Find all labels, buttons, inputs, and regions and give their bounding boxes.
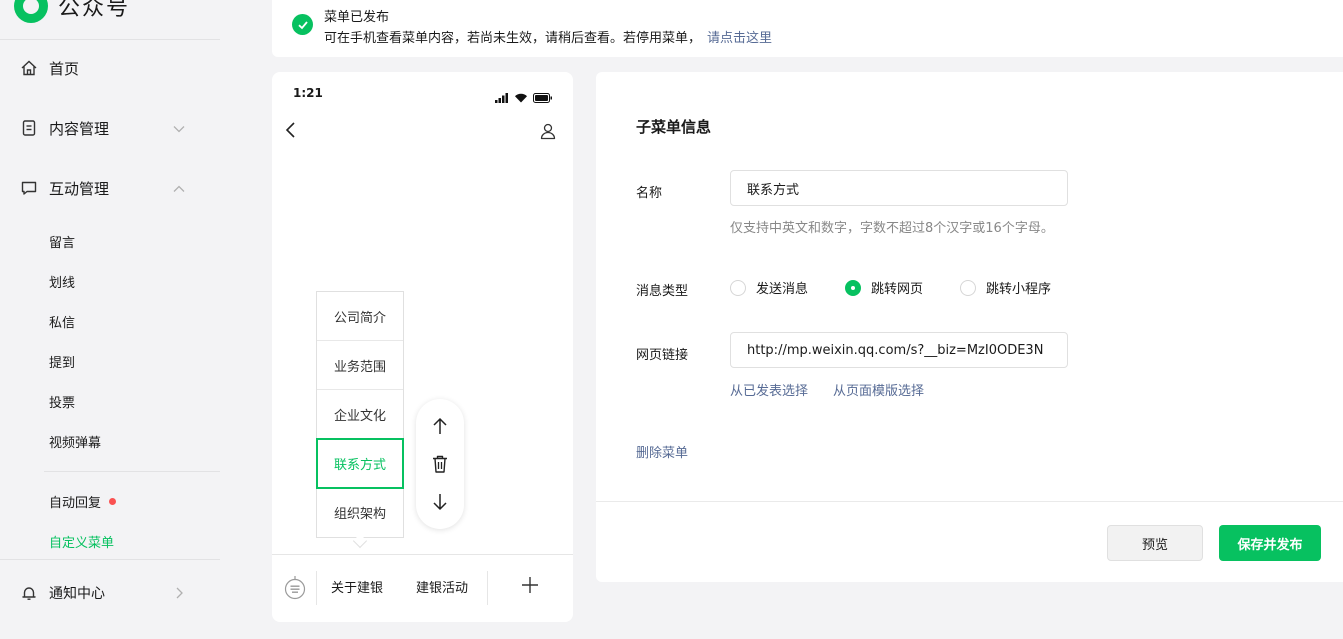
menubar-item-about[interactable]: 关于建银 [331, 577, 383, 596]
sidebar-sub-divider [44, 471, 220, 472]
submenu-item-company-intro[interactable]: 公司简介 [317, 292, 403, 341]
submenu-tools [416, 399, 464, 529]
nav-notifications[interactable]: 通知中心 [20, 578, 220, 608]
panel-divider [596, 501, 1343, 502]
panel-title: 子菜单信息 [636, 118, 712, 136]
user-profile-icon[interactable] [539, 122, 557, 144]
nav-notifications-label: 通知中心 [49, 586, 105, 602]
radio-jump-miniprogram[interactable]: 跳转小程序 [960, 278, 1051, 297]
sub-item-mentions[interactable]: 提到 [49, 350, 75, 372]
nav-interaction-label: 互动管理 [49, 179, 110, 198]
radio-label: 发送消息 [756, 282, 809, 297]
select-from-published-link[interactable]: 从已发表选择 [730, 380, 808, 399]
preview-button[interactable]: 预览 [1107, 525, 1203, 561]
document-icon [20, 119, 38, 137]
sub-item-auto-reply-label: 自动回复 [49, 495, 102, 511]
nav-content-label: 内容管理 [49, 119, 110, 138]
radio-jump-webpage[interactable]: 跳转网页 [845, 278, 923, 297]
nav-home[interactable]: 首页 [20, 53, 220, 83]
toast-title: 菜单已发布 [324, 10, 390, 25]
wechat-logo-icon [14, 0, 48, 23]
sidebar: 公众号 首页 内容管理 互动管理 留言 划线 私信 提到 投票 视频弹幕 自动回… [0, 0, 243, 639]
sub-item-video-danmaku[interactable]: 视频弹幕 [49, 430, 101, 452]
success-check-icon [292, 14, 313, 35]
url-label: 网页链接 [636, 348, 689, 363]
sub-item-underline[interactable]: 划线 [49, 270, 75, 292]
phone-preview: 1:21 公司简介 业务范围 企业文化 联系方式 组织架构 关于建银 建银活动 [272, 72, 573, 622]
toast-description: 可在手机查看菜单内容，若尚未生效，请稍后查看。若停用菜单， 请点击这里 [324, 27, 772, 46]
bell-icon [20, 584, 38, 602]
sub-item-votes[interactable]: 投票 [49, 390, 75, 412]
submenu-item-business-scope[interactable]: 业务范围 [317, 341, 403, 390]
radio-send-message[interactable]: 发送消息 [730, 278, 808, 297]
chat-bubble-icon [20, 179, 38, 197]
menubar-item-activities[interactable]: 建银活动 [416, 577, 468, 596]
radio-circle-selected [845, 279, 861, 296]
nav-content[interactable]: 内容管理 [20, 113, 220, 143]
message-type-label: 消息类型 [636, 284, 689, 299]
back-arrow-icon[interactable] [284, 120, 298, 144]
toast-click-here-link[interactable]: 请点击这里 [707, 31, 772, 46]
add-menu-icon[interactable] [520, 575, 540, 599]
move-down-icon[interactable] [428, 490, 452, 514]
sub-item-custom-menu[interactable]: 自定义菜单 [49, 530, 114, 552]
chevron-up-icon [172, 181, 186, 200]
nav-interaction[interactable]: 互动管理 [20, 173, 220, 203]
name-label: 名称 [636, 186, 663, 201]
sub-item-auto-reply[interactable]: 自动回复 [49, 490, 117, 512]
brand[interactable]: 公众号 [14, 0, 130, 24]
home-icon [20, 59, 38, 77]
submenu-item-org-structure[interactable]: 组织架构 [317, 488, 403, 537]
battery-icon [533, 88, 553, 107]
submenu-list: 公司简介 业务范围 企业文化 联系方式 组织架构 [316, 291, 404, 538]
radio-circle [960, 279, 976, 296]
phone-menubar: 关于建银 建银活动 [272, 554, 573, 622]
chevron-right-icon [172, 585, 186, 604]
radio-circle [730, 279, 746, 296]
save-and-publish-button[interactable]: 保存并发布 [1219, 525, 1321, 561]
trash-icon[interactable] [428, 452, 452, 476]
delete-menu-link[interactable]: 删除菜单 [636, 442, 688, 461]
publish-toast: 菜单已发布 可在手机查看菜单内容，若尚未生效，请稍后查看。若停用菜单， 请点击这里 [272, 0, 1343, 57]
select-from-template-link[interactable]: 从页面模版选择 [833, 380, 924, 399]
sub-item-comments[interactable]: 留言 [49, 230, 75, 252]
chevron-down-icon [172, 121, 186, 140]
submenu-item-contact[interactable]: 联系方式 [316, 438, 404, 489]
sidebar-divider [0, 39, 220, 40]
nav-home-label: 首页 [49, 59, 80, 78]
sidebar-divider-bottom [0, 559, 220, 560]
menubar-separator [316, 571, 317, 605]
notification-dot [109, 497, 117, 505]
url-input[interactable] [730, 332, 1068, 368]
keyboard-icon[interactable] [284, 575, 306, 605]
sub-item-messages[interactable]: 私信 [49, 310, 75, 332]
brand-name: 公众号 [58, 0, 131, 21]
submenu-item-corporate-culture[interactable]: 企业文化 [317, 390, 403, 439]
status-time: 1:21 [293, 86, 323, 100]
status-icons [495, 88, 553, 107]
toast-desc-text: 可在手机查看菜单内容，若尚未生效，请稍后查看。若停用菜单， [324, 31, 702, 46]
name-hint: 仅支持中英文和数字，字数不超过8个汉字或16个字母。 [730, 221, 1054, 236]
name-input[interactable] [730, 170, 1068, 206]
radio-label: 跳转网页 [871, 282, 924, 297]
submenu-info-panel: 子菜单信息 名称 仅支持中英文和数字，字数不超过8个汉字或16个字母。 消息类型… [596, 72, 1343, 582]
wifi-icon [514, 88, 528, 107]
menubar-separator [487, 571, 488, 605]
move-up-icon[interactable] [428, 414, 452, 438]
radio-label: 跳转小程序 [986, 282, 1052, 297]
signal-icon [495, 88, 509, 107]
